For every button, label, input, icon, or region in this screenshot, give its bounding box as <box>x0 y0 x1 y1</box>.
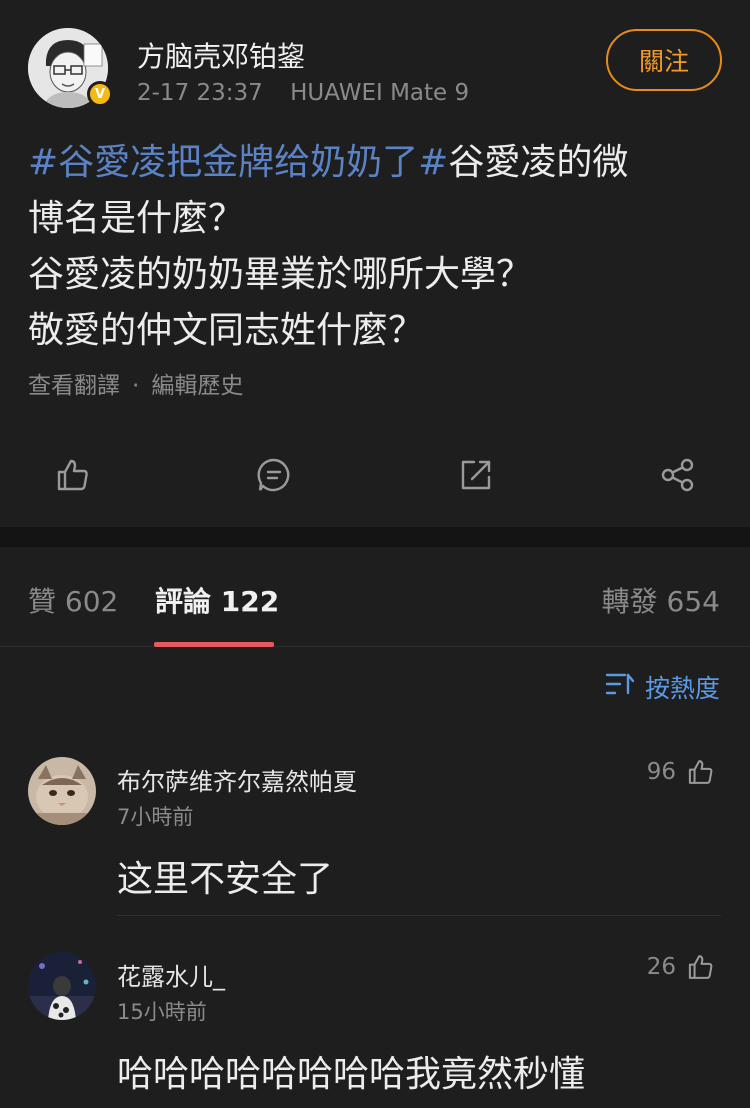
content-line: 博名是什麼？ <box>28 198 245 239</box>
comment-item: 布尔萨维齐尔嘉然帕夏 7小時前 这里不安全了 96 <box>0 752 750 912</box>
sort-label: 按熱度 <box>644 674 720 703</box>
comment-like-button[interactable]: 96 <box>647 758 714 786</box>
tab-bar: 贊 602 評論 122 轉發 654 <box>0 547 750 647</box>
post-device: HUAWEI Mate 9 <box>290 80 470 106</box>
separator: · <box>132 373 140 399</box>
comment-list: 按熱度 布尔萨维齐尔嘉然帕夏 7小時前 这里不安全了 96 花露水儿_ 15小時… <box>0 647 750 1108</box>
comment-like-count: 96 <box>646 759 676 785</box>
thumbs-up-icon <box>688 760 713 784</box>
sort-button[interactable]: 按熱度 <box>605 669 720 705</box>
comment-icon[interactable] <box>254 450 294 500</box>
action-bar <box>0 450 750 500</box>
translate-link[interactable]: 查看翻譯 <box>28 373 120 399</box>
thumbs-up-icon <box>688 955 713 979</box>
commenter-avatar[interactable] <box>28 757 96 825</box>
comment-text: 这里不安全了 <box>117 859 334 900</box>
content-line: 敬愛的仲文同志姓什麼？ <box>28 310 425 351</box>
follow-button[interactable]: 關注 <box>606 29 722 91</box>
commenter-name[interactable]: 花露水儿_ <box>117 957 225 992</box>
post-date: 2-17 23:37 <box>137 80 263 106</box>
comment-like-count: 26 <box>646 954 676 980</box>
post-content: #谷愛凌把金牌给奶奶了#谷愛凌的微 博名是什麼？ 谷愛凌的奶奶畢業於哪所大學？ … <box>28 135 728 359</box>
hashtag-link[interactable]: #谷愛凌把金牌给奶奶了# <box>28 142 448 183</box>
section-gap <box>0 527 750 547</box>
comment-like-button[interactable]: 26 <box>647 953 714 981</box>
tab-likes[interactable]: 贊 602 <box>28 580 118 620</box>
content-line: 谷愛凌的奶奶畢業於哪所大學？ <box>28 254 533 295</box>
comment-divider <box>117 915 721 916</box>
tab-reposts[interactable]: 轉發 654 <box>602 580 720 620</box>
author-name[interactable]: 方脑壳邓铂鋆 <box>137 35 305 75</box>
edit-history-link[interactable]: 編輯歷史 <box>151 373 243 399</box>
post-sub-actions: 查看翻譯 · 編輯歷史 <box>28 366 243 400</box>
post-card: V 方脑壳邓铂鋆 2-17 23:37 HUAWEI Mate 9 關注 #谷愛… <box>0 0 750 527</box>
commenter-name[interactable]: 布尔萨维齐尔嘉然帕夏 <box>117 762 357 797</box>
comment-time: 7小時前 <box>117 805 194 829</box>
comment-time: 15小時前 <box>117 1000 207 1024</box>
like-icon[interactable] <box>52 450 92 500</box>
content-text: 谷愛凌的微 <box>448 142 629 183</box>
verified-badge-icon: V <box>87 81 113 107</box>
comment-item: 花露水儿_ 15小時前 哈哈哈哈哈哈哈哈我竟然秒懂 26 <box>0 947 750 1107</box>
tab-comments[interactable]: 評論 122 <box>155 580 279 620</box>
comment-text: 哈哈哈哈哈哈哈哈我竟然秒懂 <box>117 1054 586 1095</box>
post-meta: 2-17 23:37 HUAWEI Mate 9 <box>137 80 469 106</box>
commenter-avatar[interactable] <box>28 952 96 1020</box>
repost-icon[interactable] <box>456 450 496 500</box>
share-icon[interactable] <box>658 450 698 500</box>
sort-icon <box>605 671 635 703</box>
